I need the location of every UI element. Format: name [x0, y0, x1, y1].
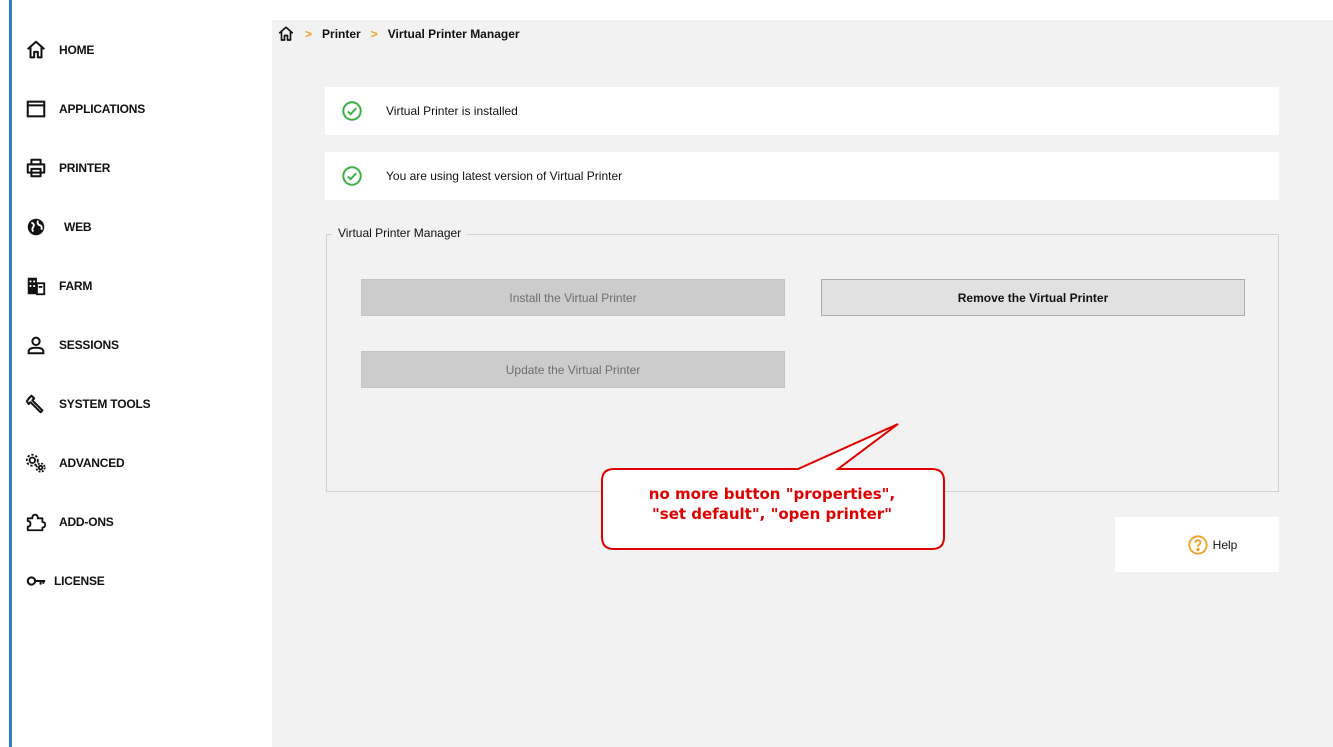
sidebar-item-label: SYSTEM TOOLS: [59, 397, 151, 411]
sidebar-item-home[interactable]: HOME: [12, 30, 272, 70]
gears-icon: [24, 451, 48, 475]
breadcrumb-item-current: Virtual Printer Manager: [387, 27, 520, 41]
sidebar-item-label: ADD-ONS: [59, 515, 114, 529]
printer-icon: [24, 156, 48, 180]
sidebar-item-sessions[interactable]: SESSIONS: [12, 325, 272, 365]
home-icon: [24, 38, 48, 62]
sidebar-item-label: HOME: [59, 43, 95, 57]
sidebar-item-label: ADVANCED: [59, 456, 125, 470]
sidebar-item-label: LICENSE: [54, 574, 105, 588]
breadcrumb: > Printer > Virtual Printer Manager: [272, 22, 520, 46]
sidebar-item-add-ons[interactable]: ADD-ONS: [12, 502, 272, 542]
app-window: HOME APPLICATIONS PRINTER WEB FARM SESSI…: [0, 0, 1333, 747]
sidebar-item-license[interactable]: LICENSE: [12, 561, 272, 601]
puzzle-icon: [24, 510, 48, 534]
remove-printer-button[interactable]: Remove the Virtual Printer: [821, 279, 1245, 316]
sidebar-item-label: APPLICATIONS: [59, 102, 146, 116]
status-card-latest: You are using latest version of Virtual …: [325, 152, 1279, 200]
status-card-installed: Virtual Printer is installed: [325, 87, 1279, 135]
help-button[interactable]: Help: [1115, 517, 1279, 572]
annotation-text: no more button "properties", "set defaul…: [604, 484, 940, 524]
status-text: You are using latest version of Virtual …: [386, 169, 623, 183]
check-circle-icon: [342, 166, 362, 186]
sidebar-item-printer[interactable]: PRINTER: [12, 148, 272, 188]
sidebar-item-farm[interactable]: FARM: [12, 266, 272, 306]
sidebar-item-label: WEB: [64, 220, 92, 234]
groupbox-title: Virtual Printer Manager: [332, 226, 468, 240]
home-icon[interactable]: [277, 25, 295, 43]
annotation-line-2: "set default", "open printer": [651, 505, 893, 523]
sidebar-item-system-tools[interactable]: SYSTEM TOOLS: [12, 384, 272, 424]
sidebar-item-advanced[interactable]: ADVANCED: [12, 443, 272, 483]
top-strip: [0, 0, 1333, 20]
breadcrumb-item-printer[interactable]: Printer: [322, 27, 361, 41]
sidebar-item-label: SESSIONS: [59, 338, 119, 352]
sidebar: HOME APPLICATIONS PRINTER WEB FARM SESSI…: [12, 20, 272, 747]
annotation-line-1: no more button "properties",: [648, 485, 896, 503]
question-circle-icon: [1188, 534, 1208, 555]
status-text: Virtual Printer is installed: [386, 104, 518, 118]
building-icon: [24, 274, 48, 298]
check-circle-icon: [342, 101, 362, 121]
chevron-right-icon: >: [370, 27, 378, 41]
sidebar-item-applications[interactable]: APPLICATIONS: [12, 89, 272, 129]
help-label: Help: [1212, 537, 1238, 552]
window-icon: [24, 97, 48, 121]
key-icon: [24, 569, 48, 593]
globe-icon: [24, 215, 48, 239]
sidebar-item-web[interactable]: WEB: [12, 207, 272, 247]
user-icon: [24, 333, 48, 357]
wrench-icon: [24, 392, 48, 416]
sidebar-item-label: PRINTER: [59, 161, 111, 175]
install-printer-button[interactable]: Install the Virtual Printer: [361, 279, 785, 316]
sidebar-item-label: FARM: [59, 279, 93, 293]
chevron-right-icon: >: [305, 27, 313, 41]
update-printer-button[interactable]: Update the Virtual Printer: [361, 351, 785, 388]
